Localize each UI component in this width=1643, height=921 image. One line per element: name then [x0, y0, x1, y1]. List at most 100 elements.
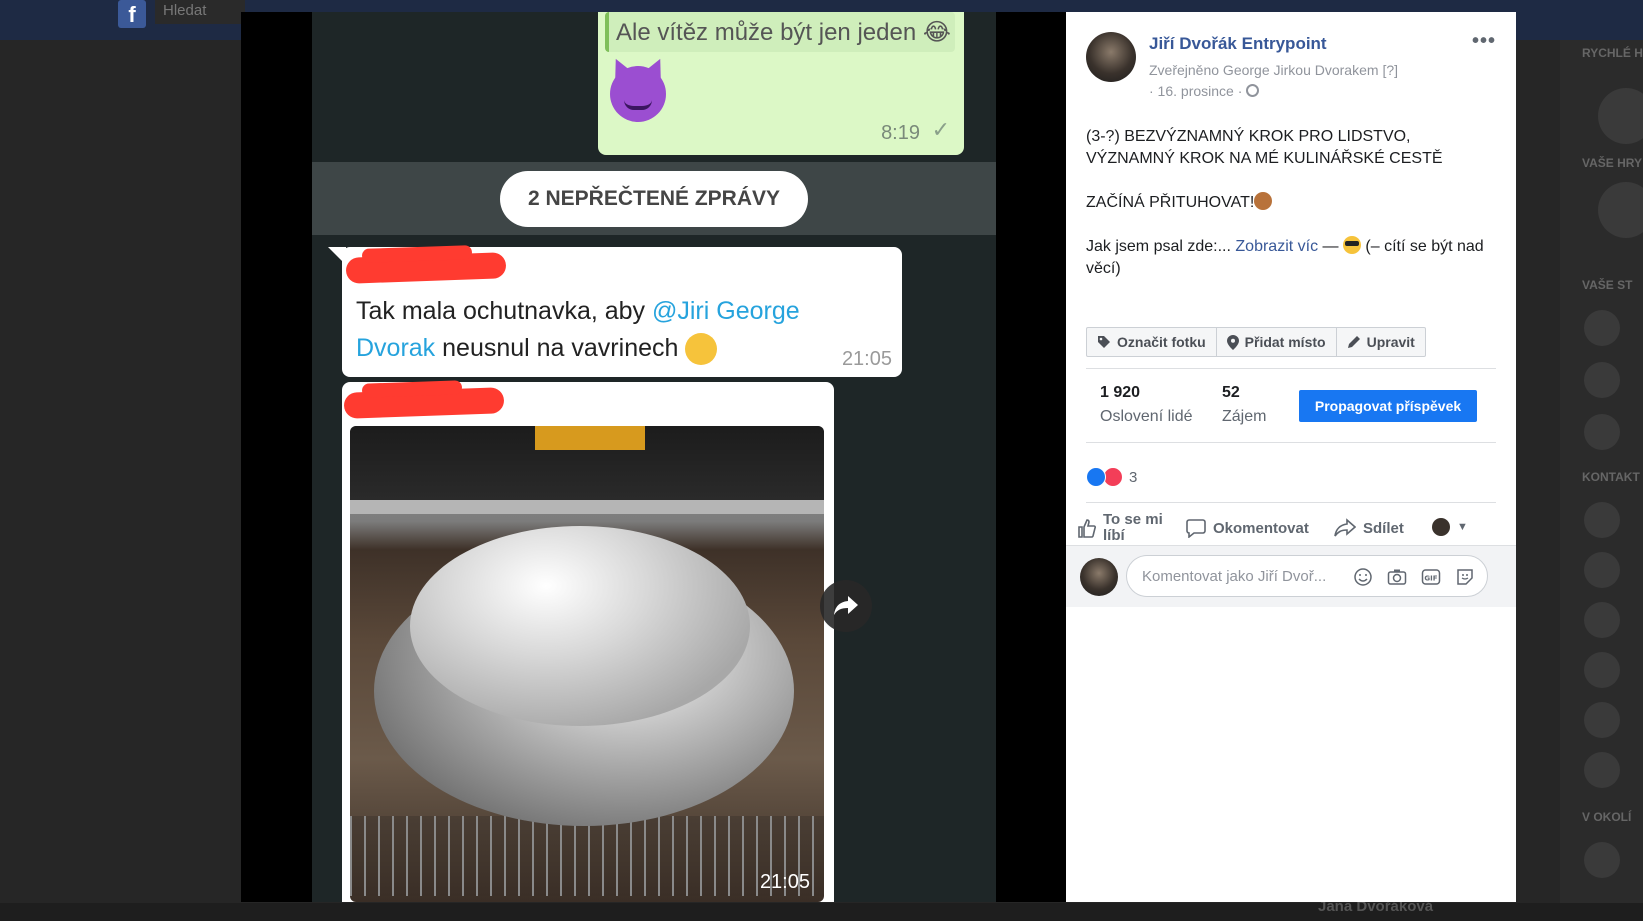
add-place-button[interactable]: Přidat místo	[1216, 327, 1337, 357]
check-icon: ✓	[931, 117, 950, 142]
emoji-icon[interactable]	[1353, 567, 1373, 587]
edit-button[interactable]: Upravit	[1336, 327, 1426, 357]
more-icon[interactable]: •••	[1472, 30, 1496, 53]
reaction-count: 3	[1129, 468, 1138, 486]
post-date: · 16. prosince ·	[1149, 83, 1260, 99]
contact-avatar[interactable]	[1584, 602, 1620, 638]
account-avatar	[1432, 518, 1450, 536]
comment-input[interactable]: Komentovat jako Jiří Dvoř... GIF	[1126, 555, 1488, 597]
comment-section: Komentovat jako Jiří Dvoř... GIF	[1066, 545, 1516, 607]
show-more-link[interactable]: Zobrazit víc	[1235, 238, 1318, 255]
contact-avatar[interactable]	[1584, 502, 1620, 538]
tag-icon	[1098, 336, 1110, 348]
message-text-before: Tak mala ochutnavka, aby	[356, 297, 652, 325]
author-avatar[interactable]	[1086, 32, 1136, 82]
sidebar-heading: RYCHLÉ H	[1582, 46, 1643, 60]
like-icon	[1086, 467, 1106, 487]
author-name[interactable]: Jiří Dvořák Entrypoint	[1149, 34, 1327, 54]
oven-photo: 21:05	[350, 426, 824, 902]
sidebar-page-avatar[interactable]	[1584, 414, 1620, 450]
post-text-line: ZAČÍNÁ PŘITUHOVAT!	[1086, 194, 1255, 211]
feeling-dash: —	[1318, 238, 1343, 255]
divider	[1086, 368, 1496, 369]
add-place-label: Přidat místo	[1244, 334, 1326, 350]
facebook-logo-icon[interactable]: f	[118, 0, 146, 28]
contact-avatar[interactable]	[1584, 752, 1620, 788]
contact-avatar[interactable]	[1584, 552, 1620, 588]
forward-icon	[820, 580, 872, 632]
posted-by: Zveřejněno George Jirkou Dvorakem [?]	[1149, 62, 1398, 78]
camera-icon[interactable]	[1387, 567, 1407, 587]
message-text-after: neusnul na vavrinech	[435, 334, 679, 362]
post-date-text[interactable]: · 16. prosince ·	[1149, 83, 1242, 99]
like-label-line2: líbí	[1103, 527, 1125, 544]
incoming-message-bubble: Tak mala ochutnavka, aby @Jiri George Dv…	[328, 245, 902, 377]
edit-label: Upravit	[1366, 334, 1415, 350]
outgoing-message-bubble: Ale vítěz může být jen jeden 😂 8:19 ✓	[598, 12, 964, 155]
post-text-line: VÝZNAMNÝ KROK NA MÉ KULINÁŘSKÉ CESTĚ	[1086, 150, 1443, 167]
devil-emoji	[610, 66, 666, 122]
globe-icon[interactable]	[1246, 84, 1260, 97]
search-input[interactable]: Hledat	[155, 0, 245, 24]
svg-text:GIF: GIF	[1424, 575, 1437, 583]
tag-photo-button[interactable]: Označit fotku	[1086, 327, 1217, 357]
divider	[1086, 442, 1496, 443]
reach-value: 1 920	[1100, 384, 1141, 401]
comment-icon	[1186, 519, 1206, 538]
laugh-emoji	[685, 333, 718, 366]
see-no-evil-emoji	[1254, 192, 1273, 210]
post-body: (3-?) BEZVÝZNAMNÝ KROK PRO LIDSTVO, VÝZN…	[1086, 126, 1496, 302]
engagement-stat: 52 Zájem	[1222, 384, 1266, 426]
incoming-photo-bubble: 21:05	[342, 380, 834, 902]
love-icon	[1103, 467, 1123, 487]
engagement-value: 52	[1222, 384, 1240, 401]
sidebar-heading: V OKOLÍ	[1582, 810, 1632, 824]
post-as-selector[interactable]: ▼	[1432, 518, 1468, 536]
comment-placeholder: Komentovat jako Jiří Dvoř...	[1142, 568, 1327, 585]
posted-by-help[interactable]: [?]	[1382, 62, 1398, 78]
share-button[interactable]: Sdílet	[1334, 518, 1404, 538]
message-text: Tak mala ochutnavka, aby @Jiri George Dv…	[356, 293, 836, 367]
post-text-line: (3-?) BEZVÝZNAMNÝ KROK PRO LIDSTVO,	[1086, 128, 1411, 145]
posted-by-text: Zveřejněno George Jirkou Dvorakem	[1149, 62, 1379, 78]
sunglasses-emoji	[1342, 236, 1361, 254]
sidebar-heading: VAŠE ST	[1582, 278, 1633, 292]
unread-banner: 2 NEPŘEČTENÉ ZPRÁVY	[312, 162, 996, 235]
engagement-label: Zájem	[1222, 408, 1267, 425]
comment-button[interactable]: Okomentovat	[1186, 518, 1309, 538]
comment-label: Okomentovat	[1213, 519, 1309, 537]
like-label-line1: To se mi	[1103, 511, 1163, 528]
message-time: 21:05	[841, 348, 892, 370]
contact-avatar[interactable]	[1584, 652, 1620, 688]
sidebar-heading: VAŠE HRY	[1582, 156, 1643, 170]
share-icon	[1334, 518, 1356, 537]
reactions-summary[interactable]: 3	[1086, 467, 1137, 487]
photo-time: 21:05	[759, 871, 810, 893]
share-label: Sdílet	[1363, 519, 1404, 537]
message-time: 8:19	[881, 122, 920, 144]
like-button[interactable]: To se mi líbí	[1078, 512, 1178, 544]
commenter-avatar	[1080, 558, 1118, 596]
pin-icon	[1226, 334, 1239, 350]
unread-banner-label: 2 NEPŘEČTENÉ ZPRÁVY	[500, 171, 808, 227]
whatsapp-screenshot: Ale vítěz může být jen jeden 😂 8:19 ✓ 2 …	[312, 12, 996, 902]
quoted-message-text: Ale vítěz může být jen jeden 😂	[616, 19, 951, 46]
sticker-icon[interactable]	[1455, 567, 1475, 587]
contact-avatar[interactable]	[1584, 842, 1620, 878]
chevron-down-icon: ▼	[1457, 521, 1468, 533]
sidebar-page-avatar[interactable]	[1584, 362, 1620, 398]
promote-post-button[interactable]: Propagovat příspěvek	[1299, 390, 1477, 422]
sidebar-heading: KONTAKT	[1582, 470, 1640, 484]
reach-stat: 1 920 Oslovení lidé	[1100, 384, 1193, 426]
contact-avatar[interactable]	[1584, 702, 1620, 738]
pencil-icon	[1347, 336, 1360, 348]
sidebar-page-avatar[interactable]	[1584, 310, 1620, 346]
photo-actions: Označit fotku Přidat místo Upravit	[1086, 327, 1426, 357]
divider	[1086, 502, 1496, 503]
post-panel: Jiří Dvořák Entrypoint Zveřejněno George…	[1066, 12, 1516, 902]
thumbs-up-icon	[1078, 519, 1096, 538]
tag-photo-label: Označit fotku	[1117, 334, 1206, 350]
gif-icon[interactable]: GIF	[1421, 567, 1441, 587]
reach-label: Oslovení lidé	[1100, 408, 1193, 425]
post-text-line: Jak jsem psal zde:...	[1086, 238, 1236, 255]
